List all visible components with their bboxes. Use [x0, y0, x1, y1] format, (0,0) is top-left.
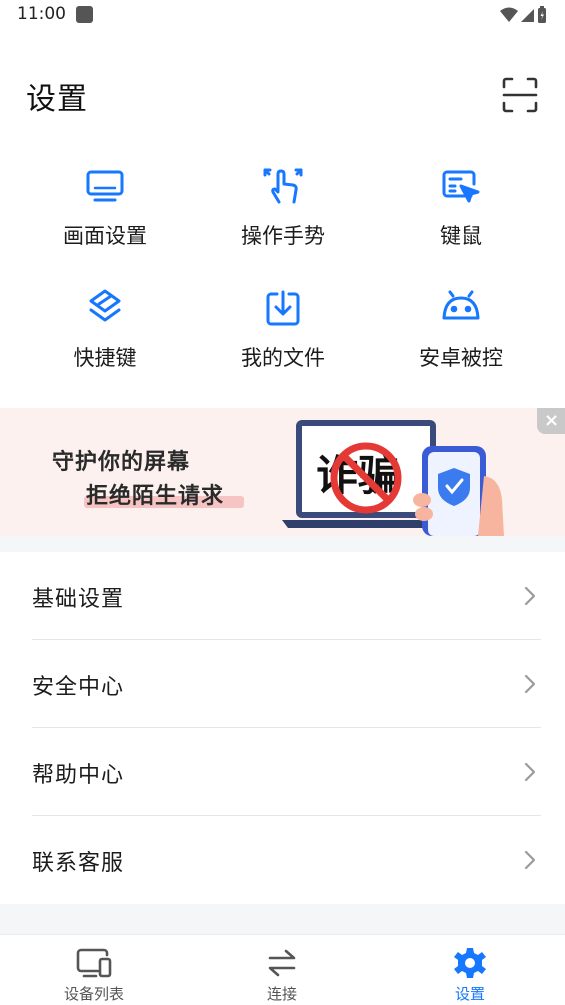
- quick-action-label: 键鼠: [440, 224, 482, 248]
- quick-action-label: 安卓被控: [419, 346, 503, 370]
- settings-item-security[interactable]: 安全中心: [0, 640, 565, 728]
- chevron-right-icon: [524, 850, 536, 870]
- quick-action-gestures[interactable]: 操作手势: [194, 166, 372, 276]
- download-file-icon: [266, 290, 300, 326]
- quick-action-android-controlled[interactable]: 安卓被控: [372, 288, 550, 398]
- quick-action-label: 操作手势: [241, 224, 325, 248]
- settings-item-help[interactable]: 帮助中心: [0, 728, 565, 816]
- notification-icon: [76, 6, 93, 23]
- swap-arrows-icon: [268, 949, 296, 977]
- monitor-icon: [86, 170, 124, 202]
- banner-close-button[interactable]: ×: [537, 408, 565, 434]
- banner-subheadline: 拒绝陌生请求: [86, 484, 225, 509]
- scan-button[interactable]: [500, 75, 540, 115]
- quick-action-my-files[interactable]: 我的文件: [194, 288, 372, 398]
- anti-fraud-illustration: 诈骗: [282, 420, 504, 536]
- gear-icon: [454, 948, 486, 978]
- battery-icon: [538, 6, 546, 23]
- quick-action-label: 画面设置: [63, 224, 147, 248]
- nav-tab-devices[interactable]: 设备列表: [24, 935, 164, 1005]
- settings-item-contact-support[interactable]: 联系客服: [0, 816, 565, 904]
- settings-item-label: 基础设置: [32, 587, 125, 612]
- promo-banner[interactable]: 守护你的屏幕 拒绝陌生请求 诈骗: [0, 408, 565, 536]
- gesture-icon: [263, 168, 303, 204]
- android-icon: [442, 290, 480, 320]
- settings-item-label: 联系客服: [32, 851, 125, 876]
- settings-item-label: 安全中心: [32, 675, 125, 700]
- nav-tab-connect[interactable]: 连接: [212, 935, 352, 1005]
- page-title: 设置: [26, 82, 88, 117]
- nav-label: 设置: [454, 985, 485, 1003]
- quick-action-screen-settings[interactable]: 画面设置: [16, 166, 194, 276]
- signal-icon: [521, 9, 534, 22]
- settings-item-basic[interactable]: 基础设置: [0, 552, 565, 640]
- status-bar: 11:00: [0, 0, 565, 32]
- chevron-right-icon: [524, 762, 536, 782]
- chevron-right-icon: [524, 586, 536, 606]
- wifi-icon: [500, 7, 518, 22]
- close-icon: ×: [544, 410, 560, 431]
- scan-frame-icon: [502, 77, 538, 113]
- nav-label: 连接: [266, 985, 297, 1003]
- nav-label: 设备列表: [63, 985, 124, 1003]
- status-icons: [499, 6, 549, 24]
- nav-tab-settings[interactable]: 设置: [400, 935, 540, 1005]
- status-time: 11:00: [17, 4, 66, 24]
- settings-item-label: 帮助中心: [32, 763, 125, 788]
- quick-action-shortcuts[interactable]: 快捷键: [16, 288, 194, 398]
- quick-action-keyboard-mouse[interactable]: 键鼠: [372, 166, 550, 276]
- section-separator: [0, 536, 565, 552]
- section-separator: [0, 904, 565, 934]
- devices-icon: [76, 948, 112, 978]
- shortcut-icon: [89, 289, 121, 322]
- chevron-right-icon: [524, 674, 536, 694]
- banner-headline: 守护你的屏幕: [52, 450, 191, 475]
- bottom-nav: 设备列表 连接 设置: [0, 934, 565, 1005]
- keyboard-mouse-icon: [442, 170, 480, 203]
- quick-action-label: 我的文件: [241, 346, 325, 370]
- quick-action-label: 快捷键: [73, 346, 137, 370]
